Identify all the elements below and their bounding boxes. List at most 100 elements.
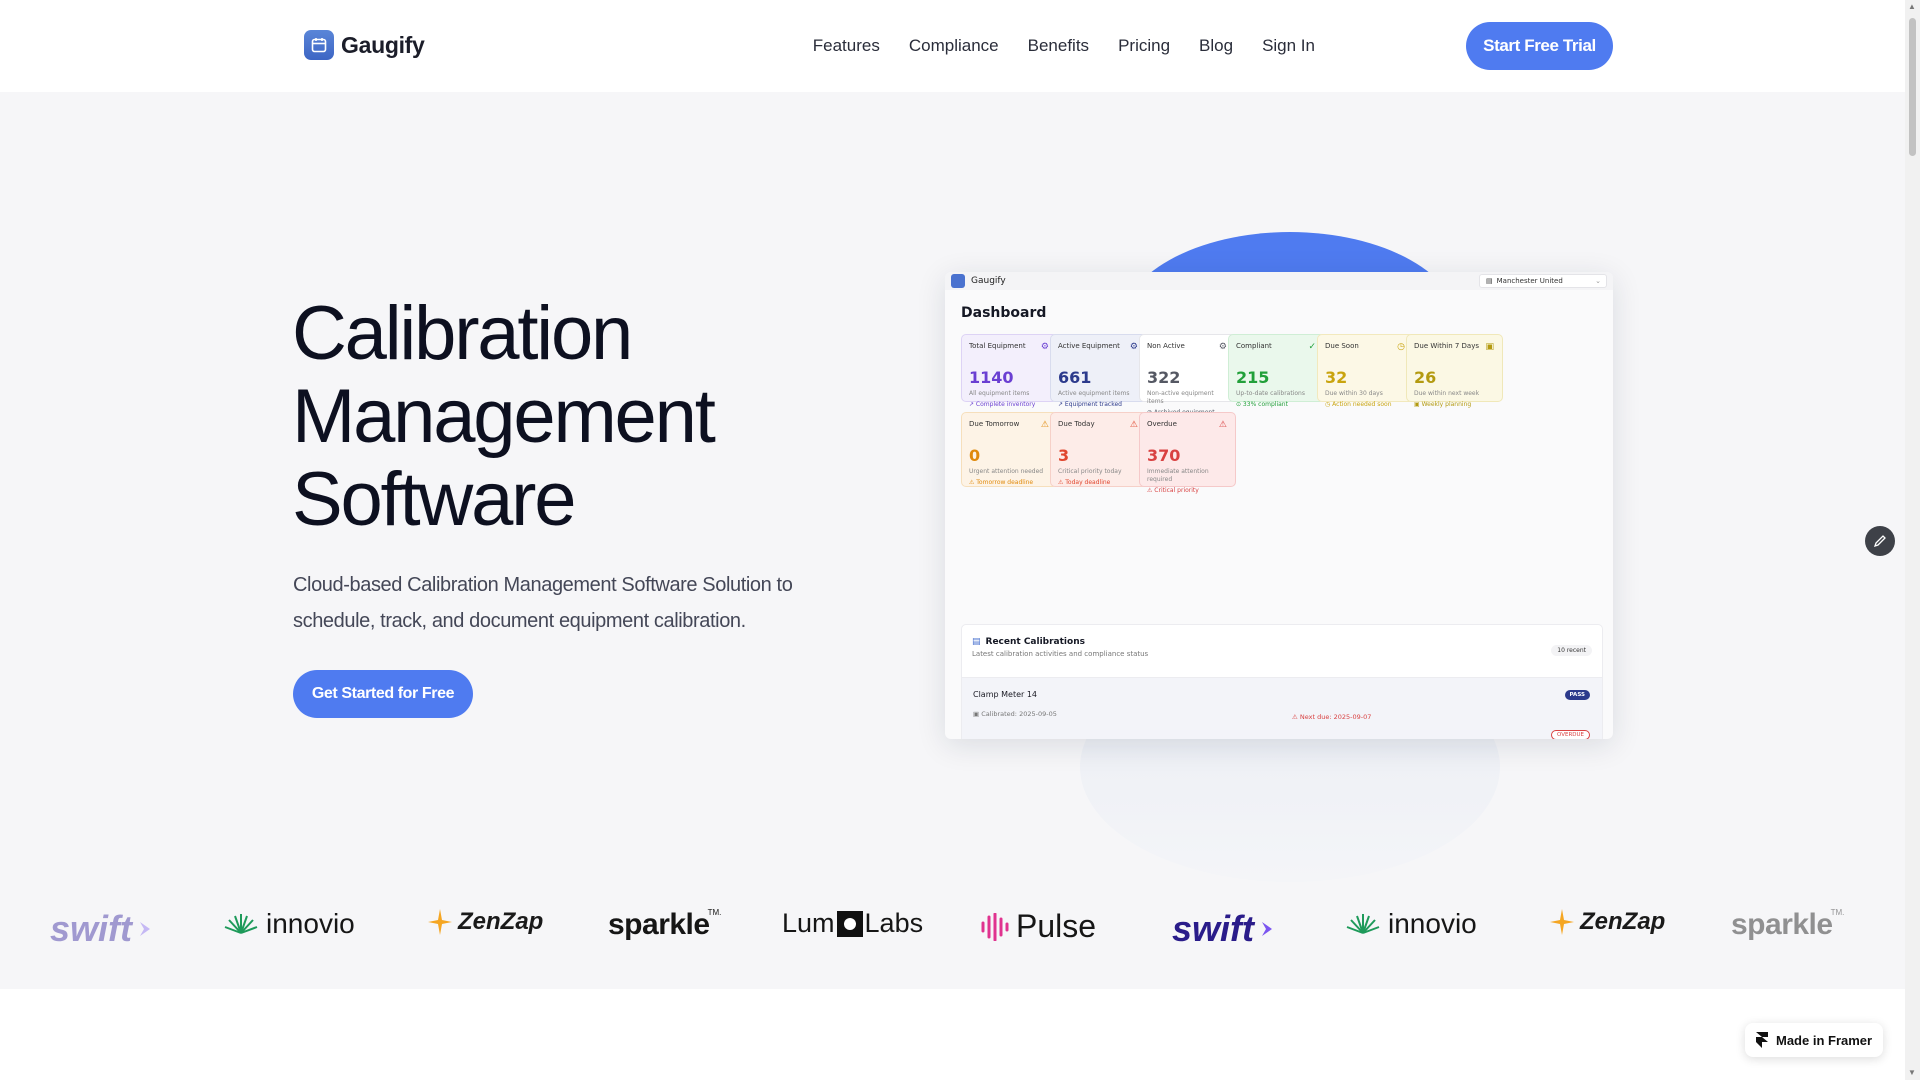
kpi-card[interactable]: Due Tomorrow ⚠ 0 Urgent attention needed ⚠ T… (961, 412, 1058, 487)
kpi-description: Urgent attention needed (969, 468, 1044, 475)
trademark: TM. (707, 908, 722, 917)
kpi-label: Overdue (1147, 420, 1177, 428)
kpi-label: Total Equipment (969, 342, 1026, 350)
waveform-icon (981, 912, 1009, 941)
dashboard-preview: Gaugify ▤ Manchester United ⌄ Dashboard … (945, 272, 1613, 739)
gear-icon: ⚙ (1040, 342, 1049, 352)
trademark: TM. (1830, 908, 1845, 917)
result-badge: PASS (1564, 690, 1590, 700)
edit-pencil-button[interactable] (1865, 526, 1895, 556)
logo-text: Labs (864, 908, 924, 938)
dashboard-title: Dashboard (961, 305, 1047, 321)
scrollbar-thumb[interactable] (1909, 18, 1916, 156)
lumlabs-logo: Lum Labs (782, 908, 923, 939)
hero-title: Calibration Management Software (292, 292, 852, 541)
scroll-up-icon[interactable]: ▲ (1908, 2, 1916, 11)
made-in-framer-badge[interactable]: Made in Framer (1745, 1023, 1883, 1057)
calendar-icon (304, 30, 334, 60)
recent-count-badge: 10 recent (1551, 645, 1592, 656)
calibrated-text: Calibrated: 2025-09-05 (981, 710, 1057, 718)
framer-icon (1756, 1032, 1768, 1048)
kpi-note: ⚠ Tomorrow deadline (969, 479, 1034, 486)
recent-header: ▤ Recent Calibrations Latest calibration… (962, 625, 1602, 668)
sparkle-icon (1550, 909, 1574, 935)
kpi-label: Non Active (1147, 342, 1185, 350)
kpi-note: ▣ Weekly planning (1414, 401, 1472, 408)
kpi-card[interactable]: Due Today ⚠ 3 Critical priority today ⚠ Toda… (1050, 412, 1147, 487)
nav-link-blog[interactable]: Blog (1199, 36, 1233, 56)
kpi-value: 1140 (969, 368, 1014, 387)
nav-links: Features Compliance Benefits Pricing Blo… (813, 36, 1315, 56)
kpi-card[interactable]: Due Within 7 Days ▣ 26 Due within next week… (1406, 334, 1503, 408)
nav-link-features[interactable]: Features (813, 36, 880, 56)
kpi-card[interactable]: Non Active ⚙ 322 Non-active equipment items… (1139, 334, 1236, 416)
kpi-description: Due within 30 days (1325, 390, 1383, 397)
brand-logo[interactable]: Gaugify (304, 30, 425, 60)
document-icon: ▤ (972, 637, 981, 647)
kpi-note: ⚠ Critical priority (1147, 487, 1199, 494)
kpi-card[interactable]: Overdue ⚠ 370 Immediate attention required ⚠… (1139, 412, 1236, 494)
logo-text: sparkle (608, 908, 710, 941)
logo-text: innovio (1388, 908, 1477, 939)
kpi-description: Critical priority today (1058, 468, 1122, 475)
start-free-trial-button[interactable]: Start Free Trial (1466, 22, 1613, 70)
pencil-icon (1873, 535, 1886, 548)
kpi-card[interactable]: Active Equipment ⚙ 661 Active equipment ite… (1050, 334, 1147, 408)
kpi-value: 370 (1147, 446, 1181, 465)
warning-icon: ⚠ (1292, 713, 1300, 721)
check-circle-icon: ✓ (1308, 342, 1316, 352)
kpi-label: Due Today (1058, 420, 1095, 428)
kpi-value: 0 (969, 446, 981, 465)
clock-icon: ◷ (1397, 342, 1405, 352)
sunburst-icon (1346, 914, 1380, 934)
chevron-down-icon: ⌄ (1595, 277, 1601, 285)
nav-link-pricing[interactable]: Pricing (1118, 36, 1170, 56)
logo-text: swift (1172, 908, 1255, 949)
innovio-logo: innovio (1344, 908, 1477, 940)
equipment-name: Clamp Meter 14 (973, 690, 1038, 699)
org-selector[interactable]: ▤ Manchester United ⌄ (1479, 274, 1607, 288)
status-badge: OVERDUE (1550, 730, 1590, 739)
dashboard-topbar: Gaugify ▤ Manchester United ⌄ (945, 272, 1613, 290)
calendar-icon (951, 274, 965, 288)
kpi-note: ↗ Complete inventory (969, 401, 1036, 408)
zenzap-logo: ZenZap (1550, 908, 1665, 936)
dashboard-brand: Gaugify (971, 276, 1006, 286)
nav-link-compliance[interactable]: Compliance (909, 36, 999, 56)
kpi-card[interactable]: Total Equipment ⚙ 1140 All equipment items ↗… (961, 334, 1058, 408)
calibration-row[interactable]: Clamp Meter 14 ▣ Calibrated: 2025-09-05 ⚠ … (962, 677, 1602, 739)
calendar-icon: ▣ (1485, 342, 1494, 352)
next-due-date: ⚠ Next due: 2025-09-07 (1292, 713, 1371, 721)
kpi-value: 661 (1058, 368, 1092, 387)
kpi-card[interactable]: Compliant ✓ 215 Up-to-date calibrations ⊙ 33… (1228, 334, 1325, 408)
next-due-text: Next due: 2025-09-07 (1299, 713, 1372, 721)
nav-link-benefits[interactable]: Benefits (1028, 36, 1089, 56)
sparkle-logo: sparkle TM. (1731, 908, 1844, 942)
kpi-description: Active equipment items (1058, 390, 1130, 397)
logo-text: innovio (266, 908, 355, 939)
logo-text: sparkle (1731, 908, 1833, 941)
scroll-down-icon[interactable]: ▼ (1908, 1068, 1916, 1077)
chevron-right-icon (140, 922, 151, 936)
kpi-description: Immediate attention required (1147, 468, 1209, 483)
kpi-value: 215 (1236, 368, 1270, 387)
kpi-card[interactable]: Due Soon ◷ 32 Due within 30 days ◷ Action ne… (1317, 334, 1414, 408)
kpi-label: Due Tomorrow (969, 420, 1020, 428)
org-name: Manchester United (1496, 277, 1563, 285)
chevron-right-icon (1262, 922, 1273, 936)
hero-section: Calibration Management Software Cloud-ba… (0, 92, 1905, 989)
logo-text: swift (50, 908, 133, 949)
page-scrollbar[interactable]: ▲ ▼ (1905, 0, 1920, 1080)
nav-link-sign-in[interactable]: Sign In (1262, 36, 1315, 56)
logo-text: ZenZap (458, 908, 544, 935)
top-navigation: Gaugify Features Compliance Benefits Pri… (0, 0, 1905, 92)
gear-icon: ⚙ (1129, 342, 1138, 352)
kpi-value: 322 (1147, 368, 1181, 387)
kpi-value: 26 (1414, 368, 1437, 387)
recent-subtitle: Latest calibration activities and compli… (972, 650, 1149, 658)
kpi-value: 3 (1058, 446, 1070, 465)
get-started-button[interactable]: Get Started for Free (293, 670, 473, 718)
logo-text: ZenZap (1580, 908, 1666, 935)
building-icon: ▤ (1486, 277, 1493, 285)
square-dot-icon (836, 910, 863, 937)
